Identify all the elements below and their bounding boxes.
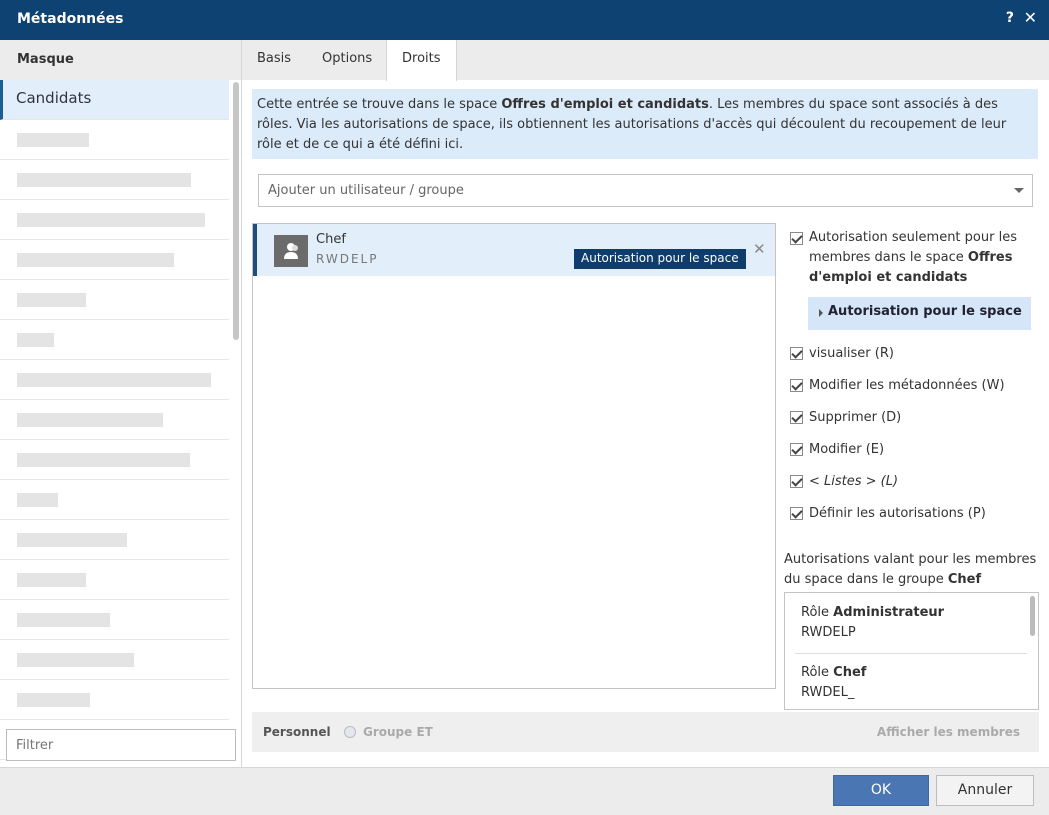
- show-members-link[interactable]: Afficher les membres: [877, 725, 1020, 739]
- list-item[interactable]: [0, 400, 229, 440]
- space-info-box: Cette entrée se trouve dans le space Off…: [252, 89, 1038, 159]
- placeholder-bar: [17, 573, 86, 587]
- placeholder-bar: [17, 293, 86, 307]
- checkbox-write-metadata[interactable]: [790, 379, 803, 392]
- list-item[interactable]: [0, 520, 229, 560]
- list-item[interactable]: [0, 600, 229, 640]
- list-item[interactable]: [0, 480, 229, 520]
- tab-droits[interactable]: Droits: [386, 40, 457, 81]
- group-radio-icon[interactable]: [344, 726, 356, 738]
- mask-header: Masque: [0, 40, 241, 80]
- user-list: Chef RWDELP Autorisation pour le space ✕: [252, 223, 776, 689]
- placeholder-bar: [17, 133, 89, 147]
- list-item[interactable]: [0, 320, 229, 360]
- role-item-chef: Rôle Chef RWDEL_: [801, 663, 866, 703]
- mask-list-scrollbar[interactable]: [233, 82, 239, 340]
- tab-bar: Basis Options Droits: [242, 40, 1049, 81]
- label-lists: < Listes > (L): [809, 474, 899, 489]
- label-write-metadata: Modifier les métadonnées (W): [809, 378, 1005, 393]
- checkbox-edit[interactable]: [790, 443, 803, 456]
- remove-user-icon[interactable]: ✕: [753, 240, 766, 258]
- placeholder-bar: [17, 253, 174, 267]
- list-item[interactable]: [0, 280, 229, 320]
- add-user-combobox[interactable]: Ajouter un utilisateur / groupe: [258, 174, 1033, 207]
- space-authorization-expander[interactable]: Autorisation pour le space: [808, 297, 1031, 330]
- ok-button[interactable]: OK: [833, 775, 929, 806]
- placeholder-bar: [17, 533, 127, 547]
- placeholder-bar: [17, 613, 110, 627]
- roles-scrollbar[interactable]: [1030, 596, 1035, 636]
- roles-list[interactable]: Rôle Administrateur RWDELP Rôle Chef RWD…: [784, 592, 1039, 710]
- filter-input[interactable]: [6, 729, 236, 761]
- user-name: Chef: [316, 232, 346, 247]
- placeholder-bar: [17, 413, 163, 427]
- tab-basis[interactable]: Basis: [242, 40, 306, 80]
- role-item-administrateur: Rôle Administrateur RWDELP: [801, 603, 944, 643]
- chevron-down-icon[interactable]: [1014, 188, 1024, 193]
- placeholder-bar: [17, 213, 205, 227]
- group-note-text: Autorisations valant pour les membres du…: [784, 552, 1037, 587]
- role-divider: [795, 653, 1027, 654]
- list-item[interactable]: [0, 240, 229, 280]
- mask-panel: Masque Candidats: [0, 40, 242, 767]
- placeholder-bar: [17, 373, 211, 387]
- space-only-label: Autorisation seulement pour les membres …: [809, 228, 1037, 288]
- placeholder-bar: [17, 493, 58, 507]
- space-only-checkbox[interactable]: [790, 232, 803, 245]
- placeholder-bar: [17, 693, 90, 707]
- list-item[interactable]: [0, 360, 229, 400]
- placeholder-bar: [17, 653, 134, 667]
- role-rights: RWDEL_: [801, 685, 855, 700]
- checkbox-lists[interactable]: [790, 475, 803, 488]
- placeholder-bar: [17, 173, 191, 187]
- mask-item-selected[interactable]: Candidats: [0, 80, 229, 120]
- cancel-button[interactable]: Annuler: [936, 775, 1034, 806]
- role-prefix: Rôle: [801, 605, 834, 620]
- checkbox-read[interactable]: [790, 347, 803, 360]
- role-name: Chef: [833, 665, 867, 680]
- help-icon[interactable]: ?: [1006, 10, 1014, 26]
- user-avatar-icon: [274, 235, 308, 267]
- label-read: visualiser (R): [809, 346, 894, 361]
- personal-option[interactable]: Personnel: [263, 725, 331, 739]
- placeholder-bar: [17, 453, 190, 467]
- mask-list[interactable]: Candidats: [0, 80, 241, 761]
- list-item[interactable]: [0, 640, 229, 680]
- label-permissions: Définir les autorisations (P): [809, 506, 986, 521]
- group-permissions-note: Autorisations valant pour les membres du…: [784, 550, 1039, 590]
- role-rights: RWDELP: [801, 625, 856, 640]
- list-item[interactable]: [0, 440, 229, 480]
- close-icon[interactable]: ✕: [1024, 8, 1037, 27]
- tab-options[interactable]: Options: [307, 40, 387, 80]
- title-bar: Métadonnées ? ✕: [0, 0, 1049, 40]
- user-type-bar: Personnel Groupe ET Afficher les membres: [252, 712, 1039, 752]
- checkbox-delete[interactable]: [790, 411, 803, 424]
- user-rights: RWDELP: [316, 252, 379, 266]
- info-text-1: Cette entrée se trouve dans le space: [257, 97, 502, 112]
- label-edit: Modifier (E): [809, 442, 885, 457]
- list-item[interactable]: [0, 120, 229, 160]
- space-authorization-badge: Autorisation pour le space: [574, 249, 746, 269]
- list-item[interactable]: [0, 160, 229, 200]
- label-delete: Supprimer (D): [809, 410, 902, 425]
- list-item[interactable]: [0, 200, 229, 240]
- checkbox-permissions[interactable]: [790, 507, 803, 520]
- role-name: Administrateur: [833, 605, 945, 620]
- role-prefix: Rôle: [801, 665, 834, 680]
- user-entry-chef[interactable]: Chef RWDELP Autorisation pour le space ✕: [253, 224, 775, 276]
- info-space-name: Offres d'emploi et candidats: [501, 97, 709, 112]
- group-note-group: Chef: [947, 572, 982, 587]
- dialog-title: Métadonnées: [17, 11, 124, 27]
- dialog-footer: OK Annuler: [0, 767, 1049, 815]
- placeholder-bar: [17, 333, 54, 347]
- group-option[interactable]: Groupe ET: [363, 725, 433, 739]
- list-item[interactable]: [0, 560, 229, 600]
- add-user-placeholder: Ajouter un utilisateur / groupe: [268, 183, 464, 198]
- mask-item-label: Candidats: [16, 89, 92, 107]
- list-item[interactable]: [0, 680, 229, 720]
